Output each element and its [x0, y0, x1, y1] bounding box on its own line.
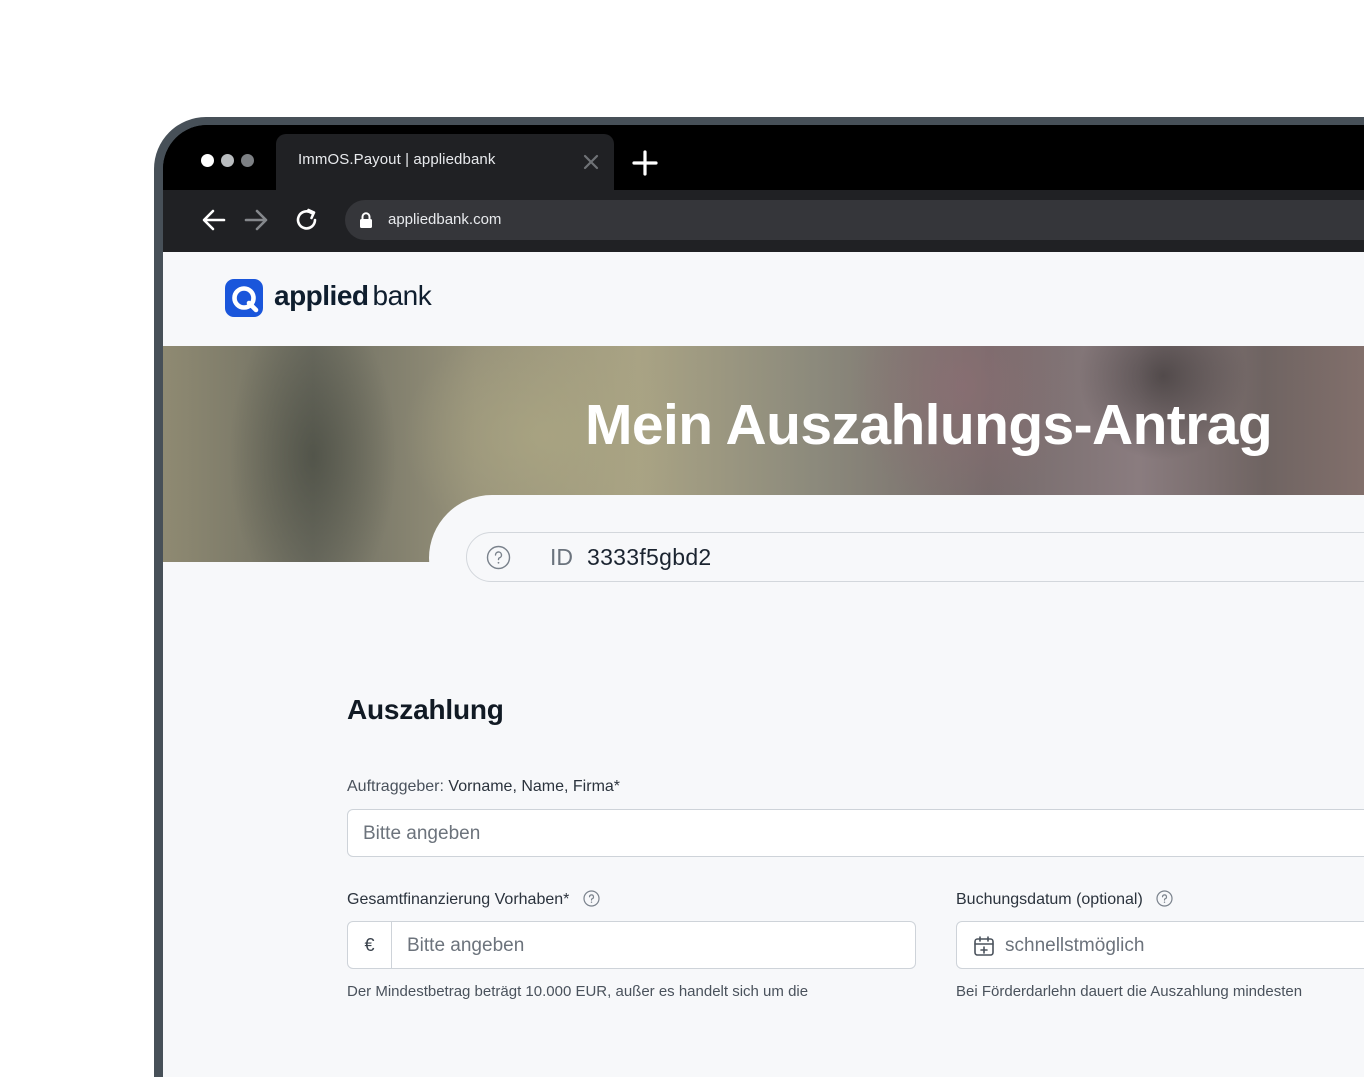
window-minimize-dot[interactable]: [221, 154, 234, 167]
gesamtfinanzierung-label: Gesamtfinanzierung Vorhaben*: [347, 890, 600, 909]
web-page: applied bank Mein Auszahlungs-Antrag ID 3…: [163, 252, 1364, 1077]
reload-icon[interactable]: [294, 207, 320, 233]
address-bar[interactable]: appliedbank.com: [345, 200, 1364, 240]
gesamtfinanzierung-hint: Der Mindestbetrag beträgt 10.000 EUR, au…: [347, 983, 809, 1000]
laptop-frame: ImmOS.Payout | appliedbank appliedbank.c…: [154, 117, 1364, 1077]
browser-window: ImmOS.Payout | appliedbank appliedbank.c…: [163, 125, 1364, 1077]
window-close-dot[interactable]: [201, 154, 214, 167]
auftraggeber-placeholder: Bitte angeben: [363, 823, 481, 844]
auftraggeber-input[interactable]: Bitte angeben: [347, 809, 1364, 857]
buchungsdatum-placeholder: schnellstmöglich: [1005, 935, 1145, 956]
browser-tab[interactable]: ImmOS.Payout | appliedbank: [276, 134, 614, 190]
buchungsdatum-hint: Bei Förderdarlehn dauert die Auszahlung …: [956, 983, 1303, 1000]
plus-icon[interactable]: [632, 150, 658, 176]
buchungsdatum-label-text: Buchungsdatum (optional): [956, 891, 1143, 908]
page-title: Mein Auszahlungs-Antrag: [585, 393, 1273, 457]
forward-arrow-icon[interactable]: [243, 207, 269, 233]
id-label: ID: [550, 544, 573, 570]
tab-bar: ImmOS.Payout | appliedbank: [163, 125, 1364, 198]
url-text: appliedbank.com: [388, 211, 502, 228]
help-circle-icon[interactable]: [1156, 890, 1173, 907]
back-arrow-icon[interactable]: [201, 207, 227, 233]
brand-name-light: bank: [372, 280, 432, 311]
browser-toolbar: appliedbank.com: [163, 190, 1364, 252]
id-panel: ID 3333f5gbd2: [429, 495, 1364, 621]
tab-title: ImmOS.Payout | appliedbank: [298, 151, 496, 168]
euro-currency-prefix: €: [348, 922, 392, 968]
gesamtfinanzierung-placeholder: Bitte angeben: [407, 935, 525, 956]
buchungsdatum-label: Buchungsdatum (optional): [956, 890, 1173, 909]
calendar-add-icon[interactable]: [973, 935, 995, 957]
section-title: Auszahlung: [347, 694, 504, 725]
help-circle-icon[interactable]: [583, 890, 600, 907]
window-maximize-dot[interactable]: [241, 154, 254, 167]
help-circle-icon[interactable]: [486, 545, 511, 570]
auftraggeber-label-main: Vorname, Name, Firma*: [448, 778, 621, 795]
auftraggeber-label-prefix: Auftraggeber:: [347, 778, 444, 795]
brand-wordmark[interactable]: applied bank: [274, 280, 432, 312]
buchungsdatum-input[interactable]: schnellstmöglich: [956, 921, 1364, 969]
id-value: 3333f5gbd2: [587, 544, 712, 570]
site-header: applied bank: [163, 252, 1364, 346]
application-id-field[interactable]: ID 3333f5gbd2: [466, 532, 1364, 582]
gesamtfinanzierung-label-text: Gesamtfinanzierung Vorhaben*: [347, 891, 570, 908]
auftraggeber-label: Auftraggeber: Vorname, Name, Firma*: [347, 778, 620, 796]
gesamtfinanzierung-input[interactable]: € Bitte angeben: [347, 921, 916, 969]
applied-bank-logo-icon[interactable]: [225, 279, 263, 317]
lock-icon: [360, 212, 372, 228]
brand-name-bold: applied: [274, 280, 369, 311]
close-icon[interactable]: [582, 153, 600, 171]
